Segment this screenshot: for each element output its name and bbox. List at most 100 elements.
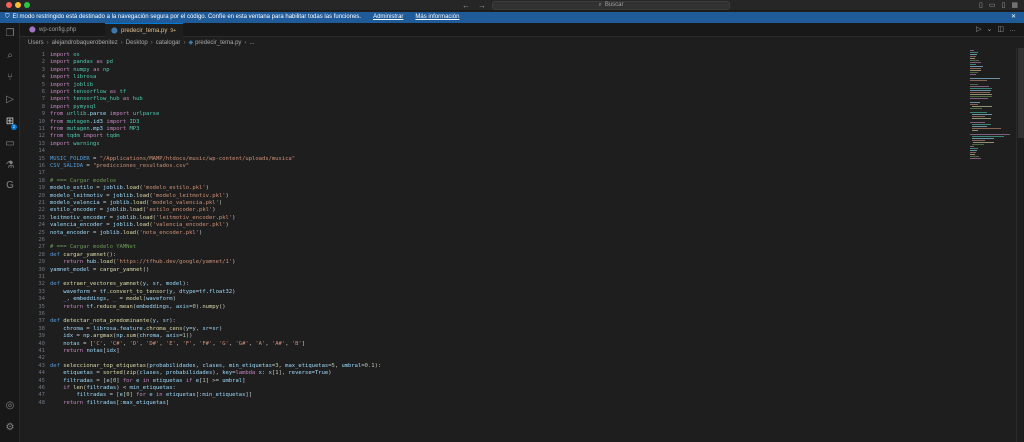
toggle-secondary-sidebar-icon[interactable]: ▯ [1002,2,1006,9]
line-number: 13 [38,140,45,147]
code-line[interactable]: 9 from urllib.parse import urlparse [20,111,966,118]
close-window-button[interactable] [6,2,12,8]
code-line[interactable]: 37 def detectar_nota_predominante(y, sr): [20,318,966,325]
code-line[interactable]: 19 modelo_estilo = joblib.load('modelo_es… [20,185,966,192]
scrollbar-thumb[interactable] [1018,48,1024,138]
code-line[interactable]: 8 import pymysql [20,104,966,111]
line-number: 6 [41,89,45,95]
code-line[interactable]: 6 import tensorflow as tf [20,89,966,96]
code-line[interactable]: 21 modelo_valencia = joblib.load('modelo_… [20,200,966,207]
customize-layout-icon[interactable]: ▦ [1011,2,1018,9]
code-line[interactable]: 42 [20,355,966,362]
code-line[interactable]: 16 CSV_SALIDA = "predicciones_resultados.… [20,163,966,170]
code-line[interactable]: 40 notas = ['C', 'C#', 'D', 'D#', 'E', '… [20,341,966,348]
code-line[interactable]: 30 yamnet_model = cargar_yamnet() [20,267,966,274]
account-icon[interactable]: ◎ [0,400,20,411]
code-line[interactable]: 43 def seleccionar_top_etiquetas(probabil… [20,363,966,370]
close-icon[interactable]: ✕ [1011,12,1016,23]
minimap[interactable] [966,48,1016,442]
minimap-line [970,58,976,59]
line-number: 37 [38,318,45,325]
code-line[interactable]: 14 [20,148,966,155]
vertical-scrollbar[interactable] [1016,48,1024,442]
settings-gear-icon[interactable]: ⚙ [0,422,20,433]
run-file-icon[interactable]: ▷ [976,26,981,33]
code-line[interactable]: 23 leitmotiv_encoder = joblib.load('leitm… [20,215,966,222]
code-line[interactable]: 20 modelo_leitmotiv = joblib.load('modelo… [20,193,966,200]
code-line[interactable]: 38 chroma = librosa.feature.chroma_cens(… [20,326,966,333]
code-line[interactable]: 33 waveform = tf.convert_to_tensor(y, dt… [20,289,966,296]
more-info-link[interactable]: Más información [415,14,459,20]
maximize-window-button[interactable] [24,2,30,8]
code-line[interactable]: 32 def extraer_vectores_yamnet(y, sr, mod… [20,281,966,288]
source-control-icon[interactable]: ⑂ [0,72,20,83]
minimize-window-button[interactable] [15,2,21,8]
code-line[interactable]: 12 from tqdm import tqdm [20,133,966,140]
code-line[interactable]: 29 return hub.load('https://tfhub.dev/go… [20,259,966,266]
code-line[interactable]: 44 etiquetas = sorted(zip(clases, probab… [20,370,966,377]
code-line[interactable]: 27 # === Cargar modelo YAMNet [20,244,966,251]
code-line[interactable]: 3 import numpy as np [20,67,966,74]
tab-predecir-tema[interactable]: ⬤ predecir_tema.py 9+ [105,23,183,37]
code-line[interactable]: 34 _, embeddings, _ = model(waveform) [20,296,966,303]
minimap-line [970,156,980,157]
code-line[interactable]: 18 # === Cargar modelos [20,178,966,185]
code-line[interactable]: 24 valencia_encoder = joblib.load('valenc… [20,222,966,229]
back-arrow-icon[interactable]: ← [462,1,470,10]
code-text: etiquetas = sorted(zip(clases, probabili… [63,370,332,377]
code-line[interactable]: 46 if len(filtradas) < min_etiquetas: [20,385,966,392]
run-debug-icon[interactable]: ▷ [0,94,20,105]
code-line[interactable]: 47 filtradas = [e[0] for e in etiquetas[… [20,392,966,399]
remote-icon[interactable]: ▭ [0,138,20,149]
git-graph-icon[interactable]: G [0,180,20,191]
tab-wp-config[interactable]: ⬤ wp-config.php [23,23,105,37]
forward-arrow-icon[interactable]: → [478,1,486,10]
code-editor[interactable]: 1 import os 2 import pandas as pd 3 import nu… [20,48,966,442]
breadcrumb-item[interactable]: predecir_tema.py [195,40,241,46]
minimap-line [971,116,986,117]
manage-link[interactable]: Administrar [373,14,403,20]
command-center-search[interactable]: ⌕ Buscar [492,1,730,10]
code-line[interactable]: 15 MUSIC_FOLDER = "/Applications/MAMP/htd… [20,156,966,163]
code-line[interactable]: 26 [20,237,966,244]
code-line[interactable]: 13 import warnings [20,141,966,148]
code-line[interactable]: 17 [20,170,966,177]
code-line[interactable]: 4 import librosa [20,74,966,81]
code-line[interactable]: 7 import tensorflow_hub as hub [20,96,966,103]
code-line[interactable]: 22 estilo_encoder = joblib.load('estilo_e… [20,207,966,214]
code-line[interactable]: 1 import os [20,52,966,59]
chevron-right-icon: › [46,40,49,46]
toggle-panel-icon[interactable]: ▭ [989,2,996,9]
line-number: 4 [41,74,45,81]
explorer-icon[interactable]: ❐ [0,28,20,39]
code-text: from tqdm import tqdm [50,133,120,140]
code-line[interactable]: 25 nota_encoder = joblib.load('nota_encod… [20,230,966,237]
breadcrumb-item[interactable]: catalogar [156,40,181,46]
extensions-icon[interactable]: ⊞ [0,116,20,127]
split-editor-icon[interactable]: ◫ [997,26,1004,33]
line-number: 5 [41,81,45,88]
code-line[interactable]: 5 import joblib [20,82,966,89]
breadcrumb-item[interactable]: Desktop [126,40,148,46]
code-line[interactable]: 48 return filtradas[:max_etiquetas] [20,400,966,407]
breadcrumb-item[interactable]: ... [249,40,254,46]
line-number: 2 [41,59,45,66]
breadcrumb-item[interactable]: Users [28,40,44,46]
code-line[interactable]: 10 from mutagen.id3 import ID3 [20,119,966,126]
code-line[interactable]: 45 filtradas = [e[0] for e in etiquetas … [20,378,966,385]
code-line[interactable]: 39 idx = np.argmax(np.sum(chroma, axis=1… [20,333,966,340]
code-line[interactable]: 11 from mutagen.mp3 import MP3 [20,126,966,133]
code-line[interactable]: 31 [20,274,966,281]
toggle-sidebar-icon[interactable]: ▯ [979,2,983,9]
breadcrumb-item[interactable]: alejandrobaquerobenitez [52,40,118,46]
code-line[interactable]: 36 [20,311,966,318]
search-icon[interactable]: ⌕ [0,50,20,61]
code-line[interactable]: 41 return notas[idx] [20,348,966,355]
more-actions-icon[interactable]: … [1009,26,1016,33]
testing-icon[interactable]: ⚗ [0,160,20,171]
line-number: 22 [38,207,45,214]
code-line[interactable]: 28 def cargar_yamnet(): [20,252,966,259]
code-line[interactable]: 35 return tf.reduce_mean(embeddings, axi… [20,304,966,311]
code-line[interactable]: 2 import pandas as pd [20,59,966,66]
run-options-icon[interactable]: ⌄ [987,26,993,33]
